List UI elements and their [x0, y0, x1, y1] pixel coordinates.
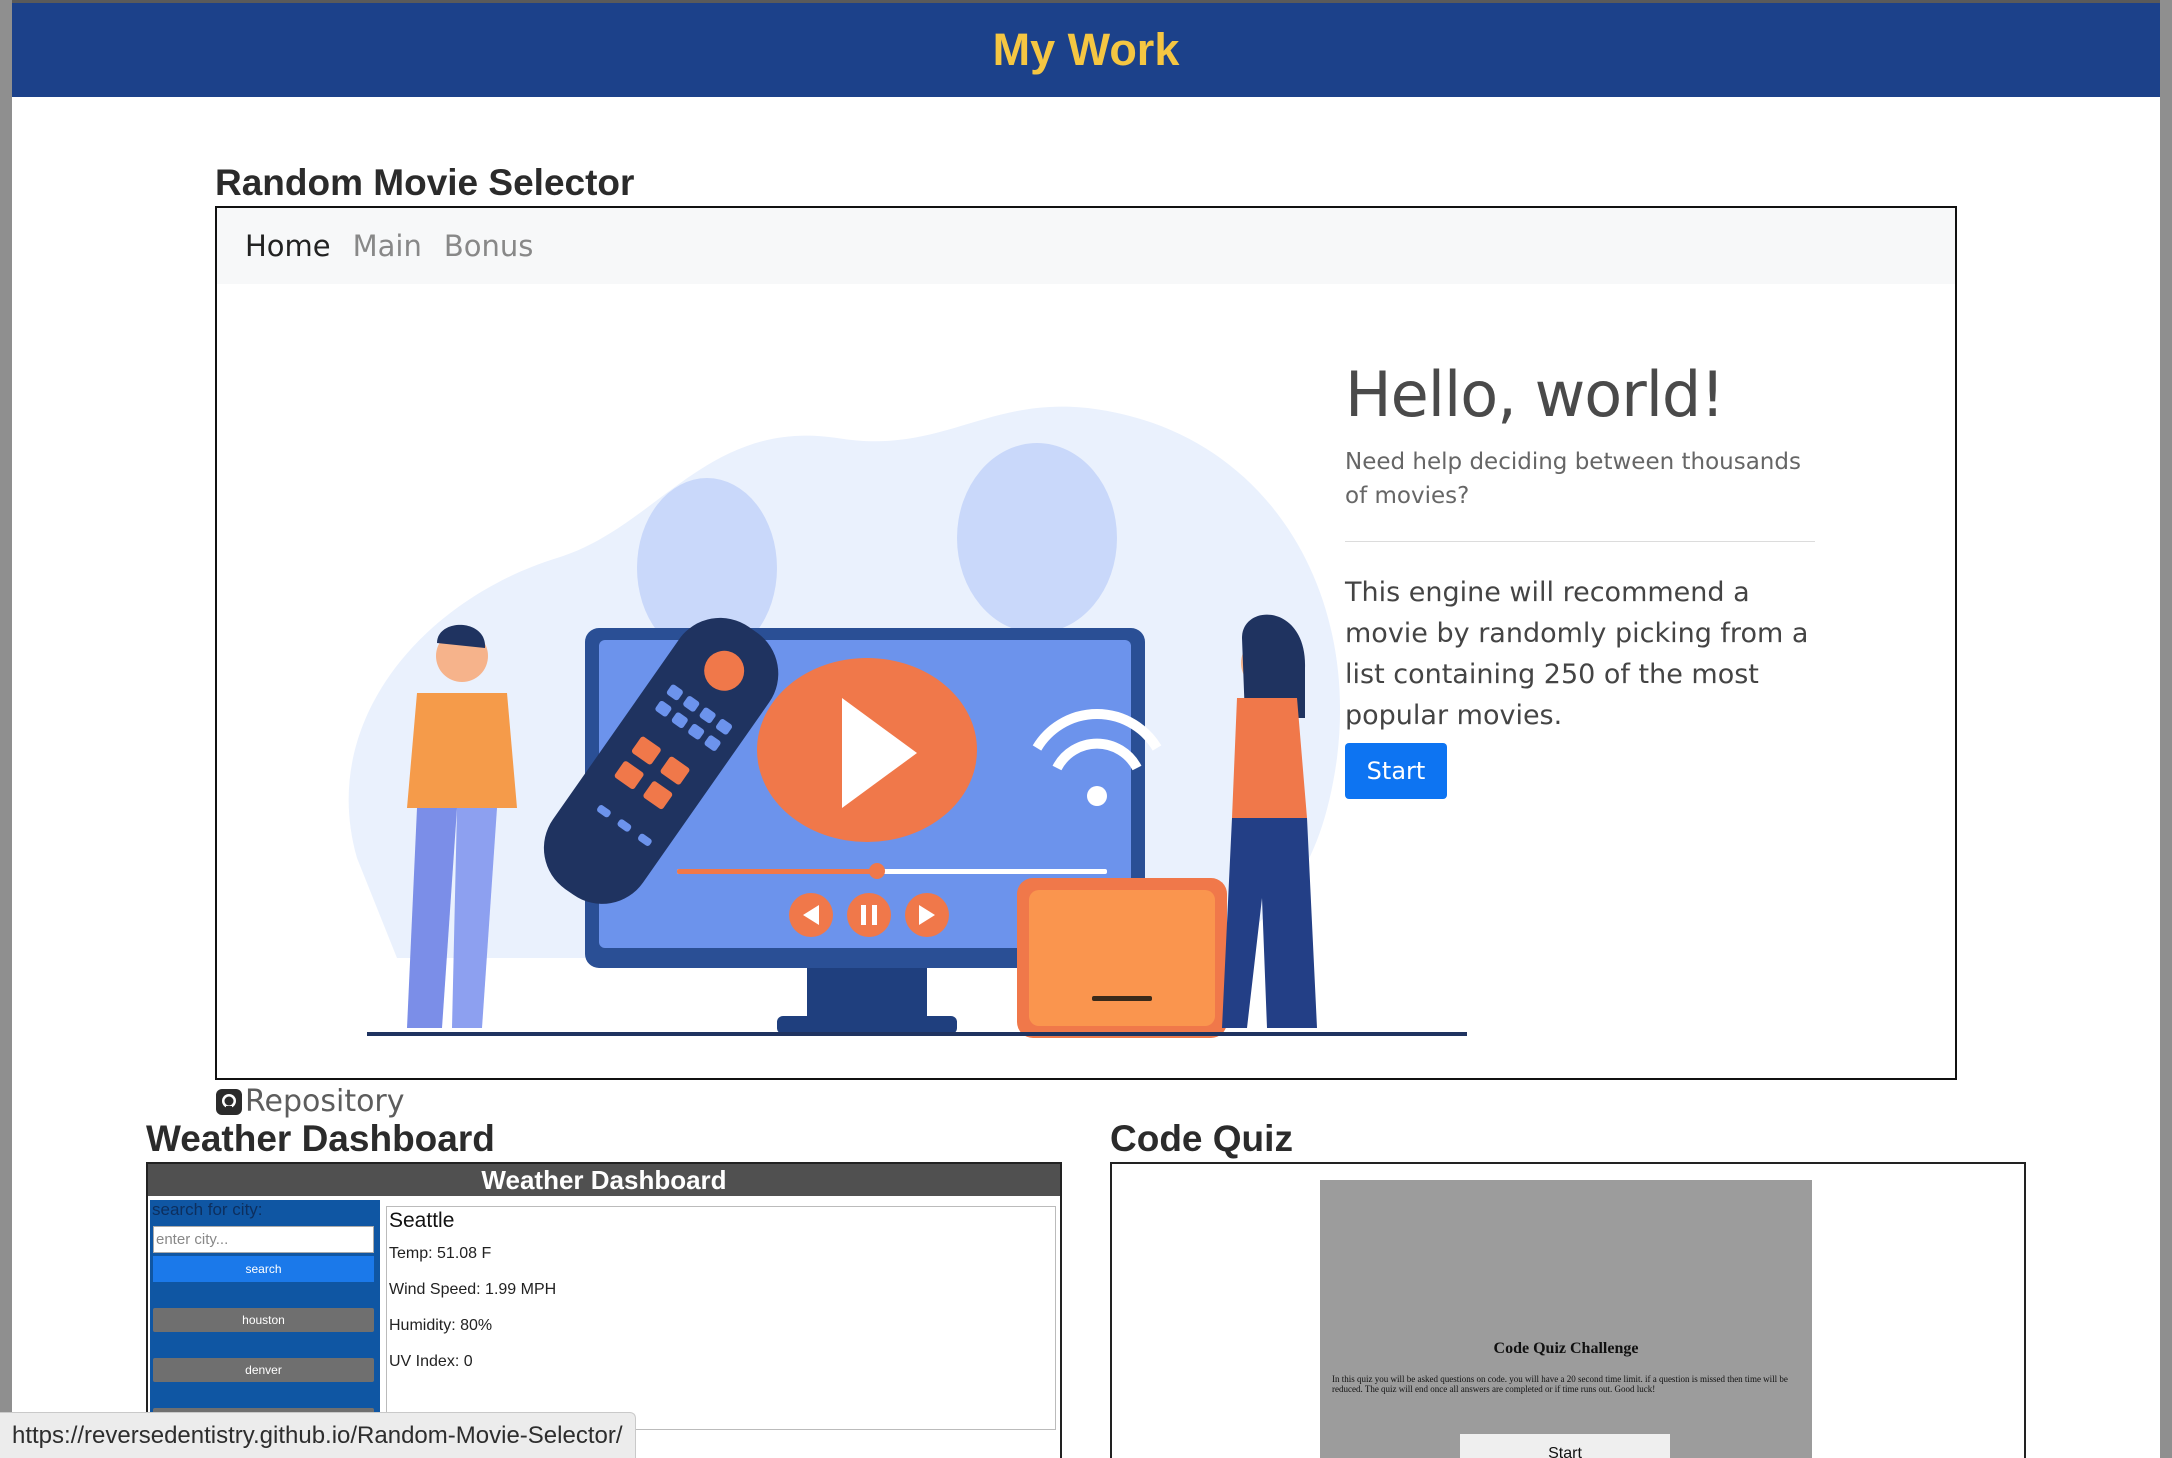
quiz-heading: Code Quiz Challenge [1493, 1340, 1639, 1357]
project-title-weather: Weather Dashboard [146, 1118, 495, 1159]
github-icon [216, 1088, 242, 1115]
movie-project-preview[interactable]: Home Main Bonus Hello, world! Need help … [215, 206, 1957, 1080]
page-title: My Work [992, 24, 1180, 75]
nav-main-link[interactable]: Main [353, 229, 422, 263]
project-title-quiz: Code Quiz [1110, 1118, 1293, 1159]
nav-bonus-link[interactable]: Bonus [444, 229, 534, 263]
quiz-description: In this quiz you will be asked questions… [1332, 1374, 1788, 1394]
portfolio-page: My Work Random Movie Selector Home Main … [12, 0, 2160, 1458]
movie-navbar: Home Main Bonus [217, 208, 1955, 284]
hero-lead: Need help deciding between thousands of … [1345, 449, 1801, 509]
city-search-input[interactable]: enter city... [153, 1226, 374, 1253]
link-status-bar: https://reversedentistry.github.io/Rando… [0, 1412, 636, 1458]
city-history-button[interactable]: houston [153, 1308, 374, 1332]
quiz-start-button[interactable]: Start [1460, 1434, 1670, 1458]
humidity: Humidity: 80% [389, 1317, 493, 1334]
hero-title: Hello, world! [1345, 358, 1725, 431]
search-button[interactable]: search [153, 1256, 374, 1282]
project-title-movie: Random Movie Selector [215, 162, 635, 203]
movie-start-button[interactable]: Start [1345, 743, 1447, 799]
quiz-project-preview[interactable]: Code Quiz Challenge In this quiz you wil… [1110, 1162, 2026, 1458]
hero-body: This engine will recommend a movie by ra… [1345, 577, 1809, 731]
temperature: Temp: 51.08 F [389, 1245, 492, 1262]
city-name: Seattle [389, 1209, 455, 1232]
weather-app-header: Weather Dashboard [148, 1164, 1060, 1196]
search-label: search for city: [152, 1200, 263, 1219]
hero-text: Hello, world! Need help deciding between… [1345, 358, 1815, 736]
nav-home-link[interactable]: Home [245, 229, 331, 263]
city-history-button[interactable]: denver [153, 1358, 374, 1382]
repository-label: Repository [245, 1084, 405, 1119]
repository-link[interactable]: Repository [215, 1084, 405, 1119]
wind-speed: Wind Speed: 1.99 MPH [389, 1281, 557, 1298]
uv-index: UV Index: 0 [389, 1353, 473, 1370]
page-header: My Work [12, 0, 2160, 97]
quiz-card: Code Quiz Challenge In this quiz you wil… [1320, 1180, 1812, 1458]
weather-current-panel: Seattle Temp: 51.08 F Wind Speed: 1.99 M… [386, 1206, 1056, 1430]
hero-divider [1345, 541, 1815, 542]
